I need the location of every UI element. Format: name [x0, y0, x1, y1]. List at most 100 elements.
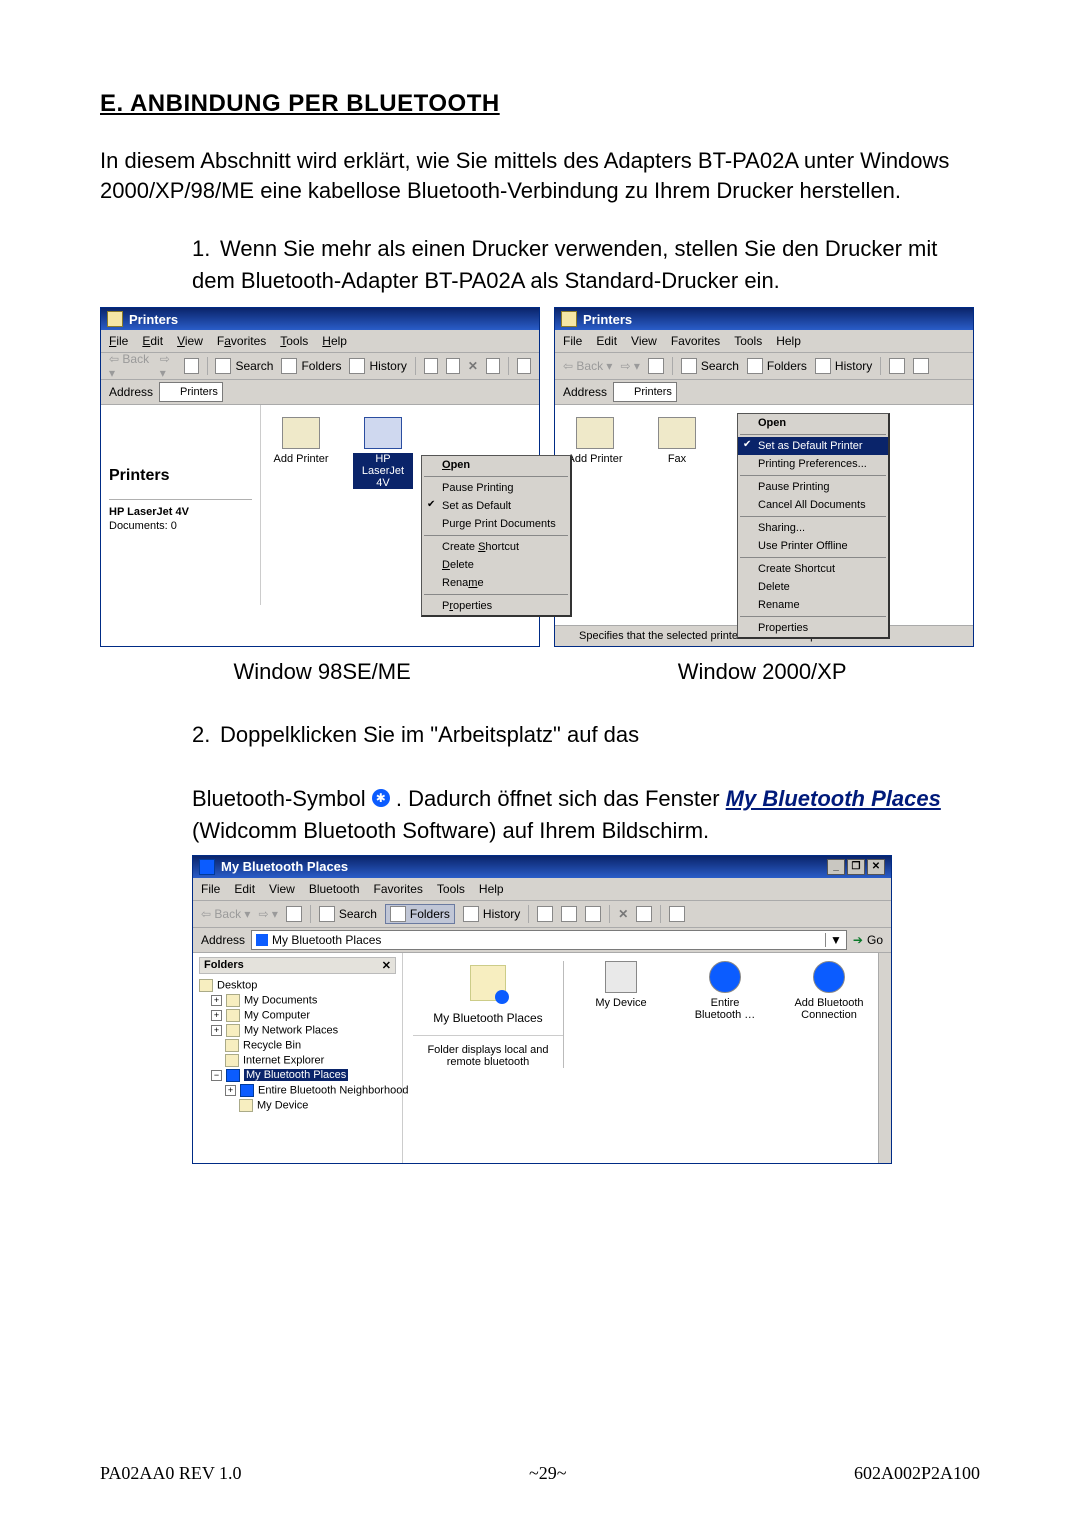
- tree-recycle-bin[interactable]: Recycle Bin: [199, 1038, 396, 1053]
- forward-button[interactable]: ⇨ ▾: [160, 352, 177, 380]
- menu-help[interactable]: Help: [776, 334, 801, 348]
- views-icon[interactable]: [517, 358, 531, 374]
- menubar[interactable]: File Edit View Favorites Tools Help: [555, 330, 973, 353]
- ctx-cancel-all[interactable]: Cancel All Documents: [738, 496, 888, 514]
- close-button[interactable]: ✕: [867, 859, 885, 875]
- ctx-open[interactable]: Open: [738, 414, 888, 432]
- ctx-delete[interactable]: Delete: [422, 556, 570, 574]
- tool-icon[interactable]: [913, 358, 929, 374]
- tool-icon[interactable]: [424, 358, 438, 374]
- menu-view[interactable]: View: [177, 334, 203, 348]
- history-button[interactable]: History: [349, 358, 406, 374]
- tree-my-documents[interactable]: +My Documents: [199, 993, 396, 1008]
- tree-desktop[interactable]: Desktop: [199, 978, 396, 993]
- menu-view[interactable]: View: [269, 882, 295, 896]
- search-button[interactable]: Search: [319, 906, 377, 922]
- menu-bluetooth[interactable]: Bluetooth: [309, 882, 360, 896]
- ctx-offline[interactable]: Use Printer Offline: [738, 537, 888, 555]
- ctx-pause[interactable]: Pause Printing: [738, 478, 888, 496]
- menu-file[interactable]: File: [201, 882, 220, 896]
- up-icon[interactable]: [184, 358, 198, 374]
- forward-button[interactable]: ⇨ ▾: [620, 359, 639, 373]
- properties-icon[interactable]: [636, 906, 652, 922]
- address-field[interactable]: Printers: [613, 382, 677, 402]
- paste-icon[interactable]: [585, 906, 601, 922]
- dropdown-arrow-icon[interactable]: ▼: [825, 933, 842, 947]
- fax-item[interactable]: Fax: [647, 417, 707, 465]
- menu-file[interactable]: File: [109, 334, 128, 348]
- menu-favorites[interactable]: Favorites: [374, 882, 423, 896]
- ctx-purge[interactable]: Purge Print Documents: [422, 515, 570, 533]
- ctx-set-default[interactable]: Set as Default Printer: [738, 437, 888, 455]
- tool-icon[interactable]: [446, 358, 460, 374]
- folders-button[interactable]: Folders: [385, 904, 455, 924]
- context-menu[interactable]: Open Set as Default Printer Printing Pre…: [737, 413, 890, 639]
- item-entire-bluetooth[interactable]: Entire Bluetooth …: [686, 961, 764, 1021]
- menu-edit[interactable]: Edit: [142, 334, 163, 348]
- tree-my-computer[interactable]: +My Computer: [199, 1008, 396, 1023]
- ctx-sharing[interactable]: Sharing...: [738, 519, 888, 537]
- history-button[interactable]: History: [815, 358, 872, 374]
- folders-button[interactable]: Folders: [281, 358, 341, 374]
- menu-edit[interactable]: Edit: [596, 334, 617, 348]
- tool-icon[interactable]: [889, 358, 905, 374]
- history-button[interactable]: History: [463, 906, 520, 922]
- back-button[interactable]: ⇦ Back ▾: [109, 352, 152, 380]
- close-pane-icon[interactable]: ✕: [382, 959, 391, 972]
- menu-edit[interactable]: Edit: [234, 882, 255, 896]
- tree-ie[interactable]: Internet Explorer: [199, 1053, 396, 1068]
- tree-my-bluetooth-places[interactable]: −My Bluetooth Places: [199, 1068, 396, 1083]
- copy-icon[interactable]: [561, 906, 577, 922]
- scrollbar[interactable]: [878, 953, 891, 1163]
- ctx-preferences[interactable]: Printing Preferences...: [738, 455, 888, 473]
- menubar[interactable]: File Edit View Bluetooth Favorites Tools…: [193, 878, 891, 901]
- delete-x-icon[interactable]: ✕: [618, 907, 628, 921]
- back-button[interactable]: ⇦ Back ▾: [563, 359, 612, 373]
- add-printer-item[interactable]: Add Printer: [271, 417, 331, 465]
- menu-tools[interactable]: Tools: [437, 882, 465, 896]
- address-field[interactable]: Printers: [159, 382, 223, 402]
- ctx-delete[interactable]: Delete: [738, 578, 888, 596]
- ctx-open[interactable]: Open: [422, 456, 570, 474]
- up-icon[interactable]: [286, 906, 302, 922]
- folder-tree[interactable]: Desktop +My Documents +My Computer +My N…: [199, 978, 396, 1113]
- ctx-rename[interactable]: Rename: [738, 596, 888, 614]
- ctx-shortcut[interactable]: Create Shortcut: [738, 560, 888, 578]
- add-printer-item[interactable]: Add Printer: [565, 417, 625, 465]
- back-button[interactable]: ⇦ Back ▾: [201, 907, 250, 921]
- menu-file[interactable]: File: [563, 334, 582, 348]
- menu-favorites[interactable]: Favorites: [217, 334, 266, 348]
- cut-icon[interactable]: [537, 906, 553, 922]
- views-icon[interactable]: [669, 906, 685, 922]
- forward-button[interactable]: ⇨ ▾: [258, 907, 277, 921]
- ctx-properties[interactable]: Properties: [422, 597, 570, 615]
- up-icon[interactable]: [648, 358, 664, 374]
- ctx-shortcut[interactable]: Create Shortcut: [422, 538, 570, 556]
- menu-tools[interactable]: Tools: [280, 334, 308, 348]
- item-add-connection[interactable]: Add Bluetooth Connection: [790, 961, 868, 1021]
- address-field[interactable]: My Bluetooth Places ▼: [251, 930, 847, 950]
- context-menu[interactable]: Open Pause Printing Set as Default Purge…: [421, 455, 572, 617]
- item-my-device[interactable]: My Device: [582, 961, 660, 1021]
- delete-x-icon[interactable]: ✕: [468, 359, 478, 373]
- ctx-rename[interactable]: Rename: [422, 574, 570, 592]
- ctx-properties[interactable]: Properties: [738, 619, 888, 637]
- menu-tools[interactable]: Tools: [734, 334, 762, 348]
- menubar[interactable]: File Edit View Favorites Tools Help: [101, 330, 539, 353]
- menu-help[interactable]: Help: [479, 882, 504, 896]
- printer-item-selected[interactable]: HP LaserJet 4V: [353, 417, 413, 489]
- menu-help[interactable]: Help: [322, 334, 347, 348]
- tree-entire-bt[interactable]: +Entire Bluetooth Neighborhood: [199, 1083, 396, 1098]
- search-button[interactable]: Search: [215, 358, 273, 374]
- window-controls[interactable]: _ ❐ ✕: [827, 859, 885, 875]
- maximize-button[interactable]: ❐: [847, 859, 865, 875]
- ctx-pause[interactable]: Pause Printing: [422, 479, 570, 497]
- folders-button[interactable]: Folders: [747, 358, 807, 374]
- undo-icon[interactable]: [486, 358, 500, 374]
- ctx-set-default[interactable]: Set as Default: [422, 497, 570, 515]
- menu-view[interactable]: View: [631, 334, 657, 348]
- minimize-button[interactable]: _: [827, 859, 845, 875]
- tree-network-places[interactable]: +My Network Places: [199, 1023, 396, 1038]
- go-button[interactable]: ➔Go: [853, 933, 883, 947]
- menu-favorites[interactable]: Favorites: [671, 334, 720, 348]
